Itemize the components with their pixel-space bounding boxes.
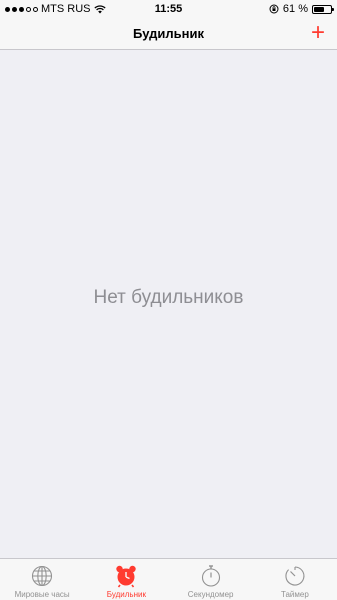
- battery-icon: [312, 4, 334, 14]
- globe-icon: [32, 565, 53, 587]
- tab-label: Секундомер: [187, 590, 234, 599]
- carrier-name: MTS RUS: [41, 3, 91, 15]
- battery-percent: 61 %: [282, 3, 308, 15]
- wifi-icon: [93, 4, 106, 13]
- signal-strength-icon: [5, 6, 38, 12]
- timer-icon: [285, 566, 305, 586]
- alarm-clock-icon: [116, 565, 137, 588]
- battery-fill: [314, 6, 324, 12]
- status-left: MTS RUS: [5, 3, 106, 15]
- tab-alarm[interactable]: Будильник: [84, 559, 168, 600]
- status-right: 61 %: [269, 3, 334, 15]
- tab-label: Будильник: [106, 590, 146, 599]
- status-bar: MTS RUS 11:55 61 %: [0, 0, 337, 18]
- stopwatch-icon: [201, 565, 220, 587]
- add-alarm-button[interactable]: +: [311, 21, 325, 45]
- tab-bar: Мировые часы Будильник Секундомер Таймер: [0, 558, 337, 600]
- empty-state-message: Нет будильников: [93, 287, 244, 308]
- tab-world-clock[interactable]: Мировые часы: [0, 559, 84, 600]
- page-title: Будильник: [133, 26, 204, 41]
- tab-label: Мировые часы: [14, 590, 70, 599]
- rotation-lock-icon: [269, 4, 279, 14]
- tab-timer[interactable]: Таймер: [253, 559, 337, 600]
- tab-label: Таймер: [280, 590, 309, 599]
- alarm-list: Нет будильников: [0, 51, 337, 558]
- navigation-bar: Будильник +: [0, 18, 337, 50]
- tab-stopwatch[interactable]: Секундомер: [169, 559, 253, 600]
